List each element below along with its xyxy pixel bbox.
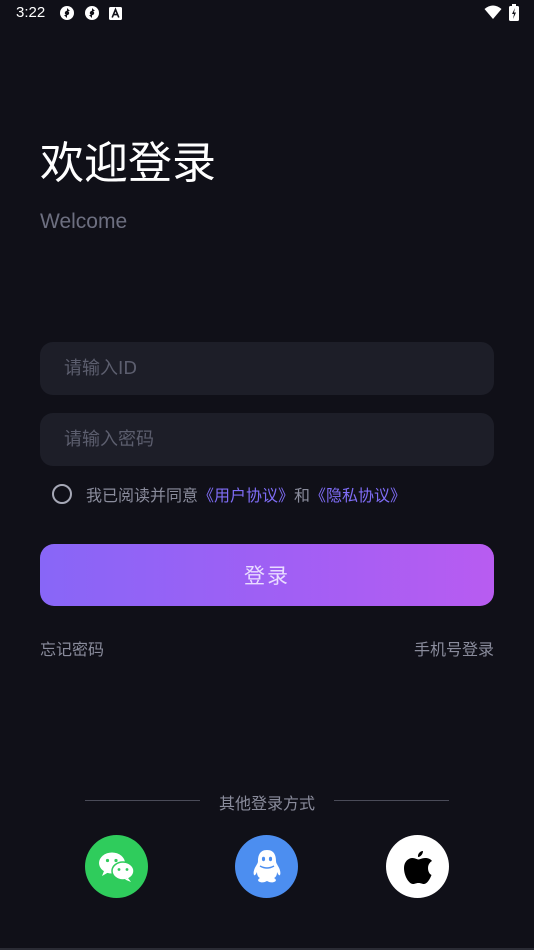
password-input[interactable] [62, 428, 472, 451]
notification-a-icon [109, 7, 122, 20]
agreement-and: 和 [294, 486, 311, 505]
agreement-prefix: 我已阅读并同意 [86, 486, 199, 505]
apple-login-button[interactable] [386, 835, 449, 898]
sync-icon [85, 6, 99, 20]
wechat-icon [98, 852, 135, 882]
privacy-policy-link[interactable]: 《隐私协议》 [310, 482, 406, 506]
forgot-password-link[interactable]: 忘记密码 [40, 636, 104, 660]
divider-right [334, 800, 449, 801]
agree-radio[interactable] [52, 484, 72, 504]
battery-icon [509, 4, 519, 21]
user-agreement-link[interactable]: 《用户协议》 [198, 482, 294, 506]
other-login-label: 其他登录方式 [218, 794, 315, 813]
qq-login-button[interactable] [235, 835, 298, 898]
id-field-container [40, 342, 494, 395]
qq-icon [253, 849, 280, 882]
agreement-row: 我已阅读并同意 《用户协议》 和 《隐私协议》 [52, 483, 406, 505]
status-time: 3:22 [16, 4, 46, 21]
page-title: 欢迎登录 [40, 138, 216, 189]
status-bar: 3:22 [0, 0, 534, 28]
sync-icon [60, 6, 74, 20]
phone-login-link[interactable]: 手机号登录 [414, 636, 494, 660]
password-field-container [40, 413, 494, 466]
apple-icon [403, 850, 432, 884]
wechat-login-button[interactable] [85, 835, 148, 898]
login-button[interactable]: 登录 [40, 544, 494, 606]
id-input[interactable] [62, 357, 472, 380]
wifi-icon [484, 5, 502, 19]
page-subtitle: Welcome [40, 210, 128, 233]
